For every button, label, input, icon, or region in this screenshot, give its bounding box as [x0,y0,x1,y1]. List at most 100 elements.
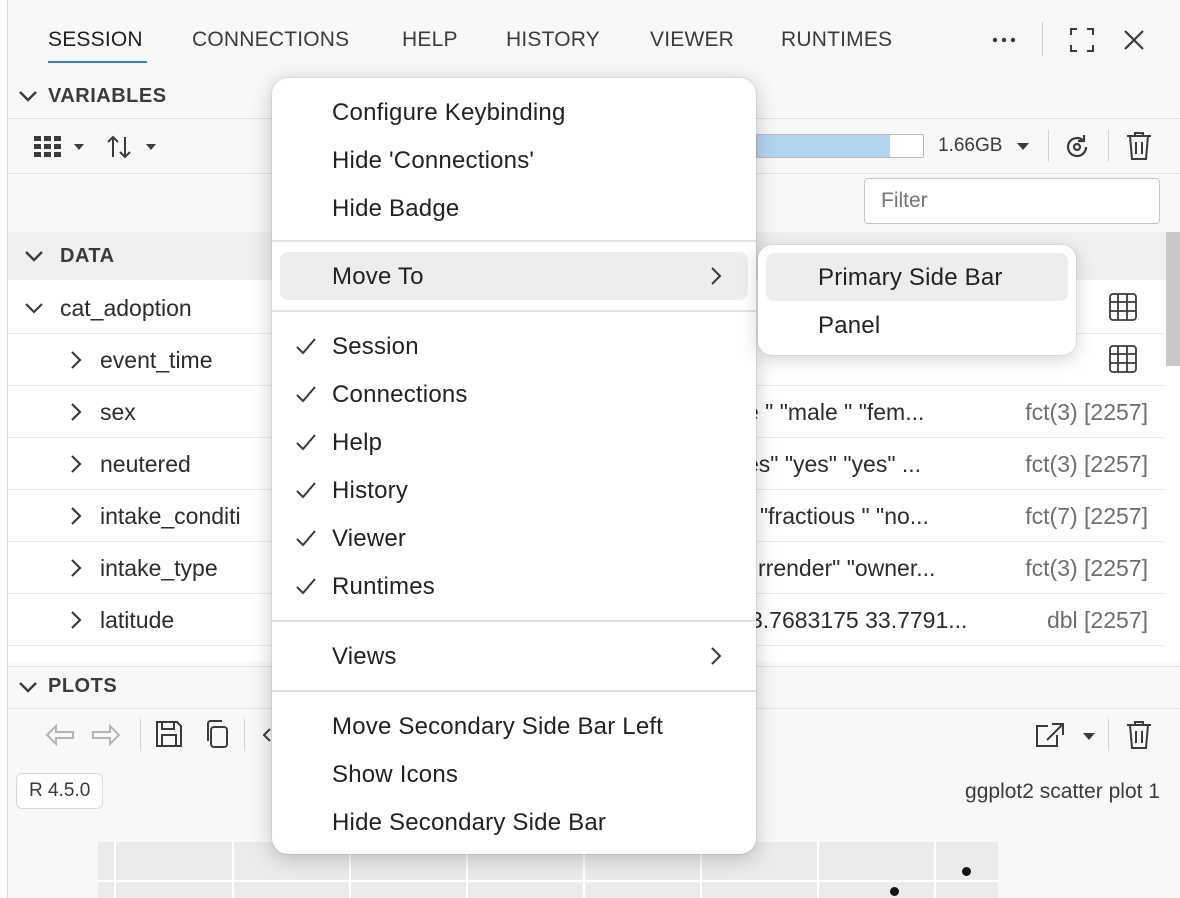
chevron-down-icon [8,89,48,103]
filter-input[interactable] [864,178,1160,224]
menu-item-viewer[interactable]: Viewer [280,514,748,562]
maximize-icon[interactable] [1064,22,1100,58]
submenu-item-panel[interactable]: Panel [766,301,1068,349]
check-icon [296,578,316,595]
plot-point [890,887,899,896]
view-tab-bar: SESSION CONNECTIONS HELP HISTORY VIEWER … [8,0,1180,78]
submenu-item-primary-side-bar[interactable]: Primary Side Bar [766,253,1068,301]
menu-item-hide-badge[interactable]: Hide Badge [280,184,748,232]
plot-gridline [98,880,998,882]
toolbar-divider [1048,130,1049,162]
menu-item-label: Move Secondary Side Bar Left [332,713,664,740]
menu-item-hide-connections[interactable]: Hide 'Connections' [280,136,748,184]
variable-type: fct(7) [2257] [1025,503,1148,529]
memory-usage-bar[interactable] [756,134,924,158]
variable-name: neutered [100,451,191,477]
tab-viewer[interactable]: VIEWER [650,28,734,52]
menu-item-configure-keybinding[interactable]: Configure Keybinding [280,88,748,136]
toolbar-divider [1108,130,1109,162]
data-group-title: DATA [60,244,115,267]
check-icon [296,530,316,547]
table-view-icon[interactable] [1108,292,1138,322]
toolbar-divider [1042,22,1043,56]
variable-value: e " "male " "fem... [746,399,925,425]
left-editor-edge [0,0,8,898]
save-icon[interactable] [154,719,184,749]
open-external-icon[interactable] [1034,721,1066,749]
check-icon [296,386,316,403]
menu-item-label: History [332,477,409,504]
tab-session[interactable]: SESSION [48,28,147,63]
menu-item-label: Hide Badge [332,195,460,222]
memory-usage-value: 1.66GB [938,135,1003,156]
menu-item-label: Connections [332,381,468,408]
menu-item-help[interactable]: Help [280,418,748,466]
menu-item-views[interactable]: Views [280,632,748,680]
menu-item-move-secondary-side-bar-left[interactable]: Move Secondary Side Bar Left [280,702,748,750]
variable-value: rrender" "owner... [758,555,936,581]
plot-point [962,867,971,876]
chevron-right-icon [71,455,82,473]
menu-item-label: Configure Keybinding [332,99,566,126]
trash-icon[interactable] [1124,130,1154,167]
ellipsis-icon[interactable] [986,22,1022,58]
tab-history[interactable]: HISTORY [506,28,600,52]
check-icon [296,482,316,499]
refresh-icon[interactable] [1062,132,1092,167]
zoom-icon[interactable] [258,723,272,747]
menu-separator [272,310,756,312]
previous-plot-icon[interactable] [44,723,76,747]
chevron-right-icon [71,559,82,577]
plot-gridline [232,842,234,898]
check-icon [296,434,316,451]
trash-icon[interactable] [1124,719,1154,751]
chevron-right-icon [71,351,82,369]
menu-item-label: Views [332,643,397,670]
grid-layout-icon[interactable] [34,133,90,166]
chevron-down-icon [8,680,48,694]
menu-item-label: Primary Side Bar [818,264,1003,291]
tab-runtimes[interactable]: RUNTIMES [781,28,892,52]
variable-name: event_time [100,347,213,373]
menu-item-show-icons[interactable]: Show Icons [280,750,748,798]
variable-name: latitude [100,607,175,633]
menu-item-session[interactable]: Session [280,322,748,370]
menu-separator [272,620,756,622]
variable-type: fct(3) [2257] [1025,399,1148,425]
menu-item-label: Help [332,429,383,456]
scrollbar-thumb[interactable] [1166,232,1180,366]
menu-item-label: Hide 'Connections' [332,147,535,174]
variable-name: cat_adoption [60,295,192,321]
menu-item-label: Runtimes [332,573,435,600]
sort-icon[interactable] [106,133,162,166]
variable-value: 3.7683175 33.7791... [750,607,968,633]
tab-help[interactable]: HELP [402,28,458,52]
check-icon [296,338,316,355]
variable-name: intake_conditi [100,503,241,529]
chevron-right-icon [711,647,722,665]
plot-gridline [934,842,936,898]
dropdown-caret-icon[interactable] [1082,731,1096,741]
move-to-submenu: Primary Side Bar Panel [758,245,1076,355]
table-view-icon[interactable] [1108,344,1138,374]
chevron-right-icon [71,507,82,525]
menu-item-hide-secondary-side-bar[interactable]: Hide Secondary Side Bar [280,798,748,846]
context-menu: Configure Keybinding Hide 'Connections' … [272,78,756,854]
variable-type: fct(3) [2257] [1025,451,1148,477]
menu-item-label: Viewer [332,525,407,552]
menu-item-label: Move To [332,263,424,290]
chevron-down-icon [8,249,60,263]
menu-item-move-to[interactable]: Move To [280,252,748,300]
menu-item-history[interactable]: History [280,466,748,514]
variable-value: "fractious " "no... [760,503,929,529]
plot-gridline [817,842,819,898]
menu-item-runtimes[interactable]: Runtimes [280,562,748,610]
memory-usage-label[interactable]: 1.66GB [938,135,1030,157]
runtime-badge[interactable]: R 4.5.0 [16,773,104,809]
copy-icon[interactable] [204,719,232,749]
next-plot-icon[interactable] [90,723,122,747]
menu-item-connections[interactable]: Connections [280,370,748,418]
close-icon[interactable] [1116,22,1152,58]
menu-item-label: Show Icons [332,761,459,788]
tab-connections[interactable]: CONNECTIONS [192,28,349,52]
